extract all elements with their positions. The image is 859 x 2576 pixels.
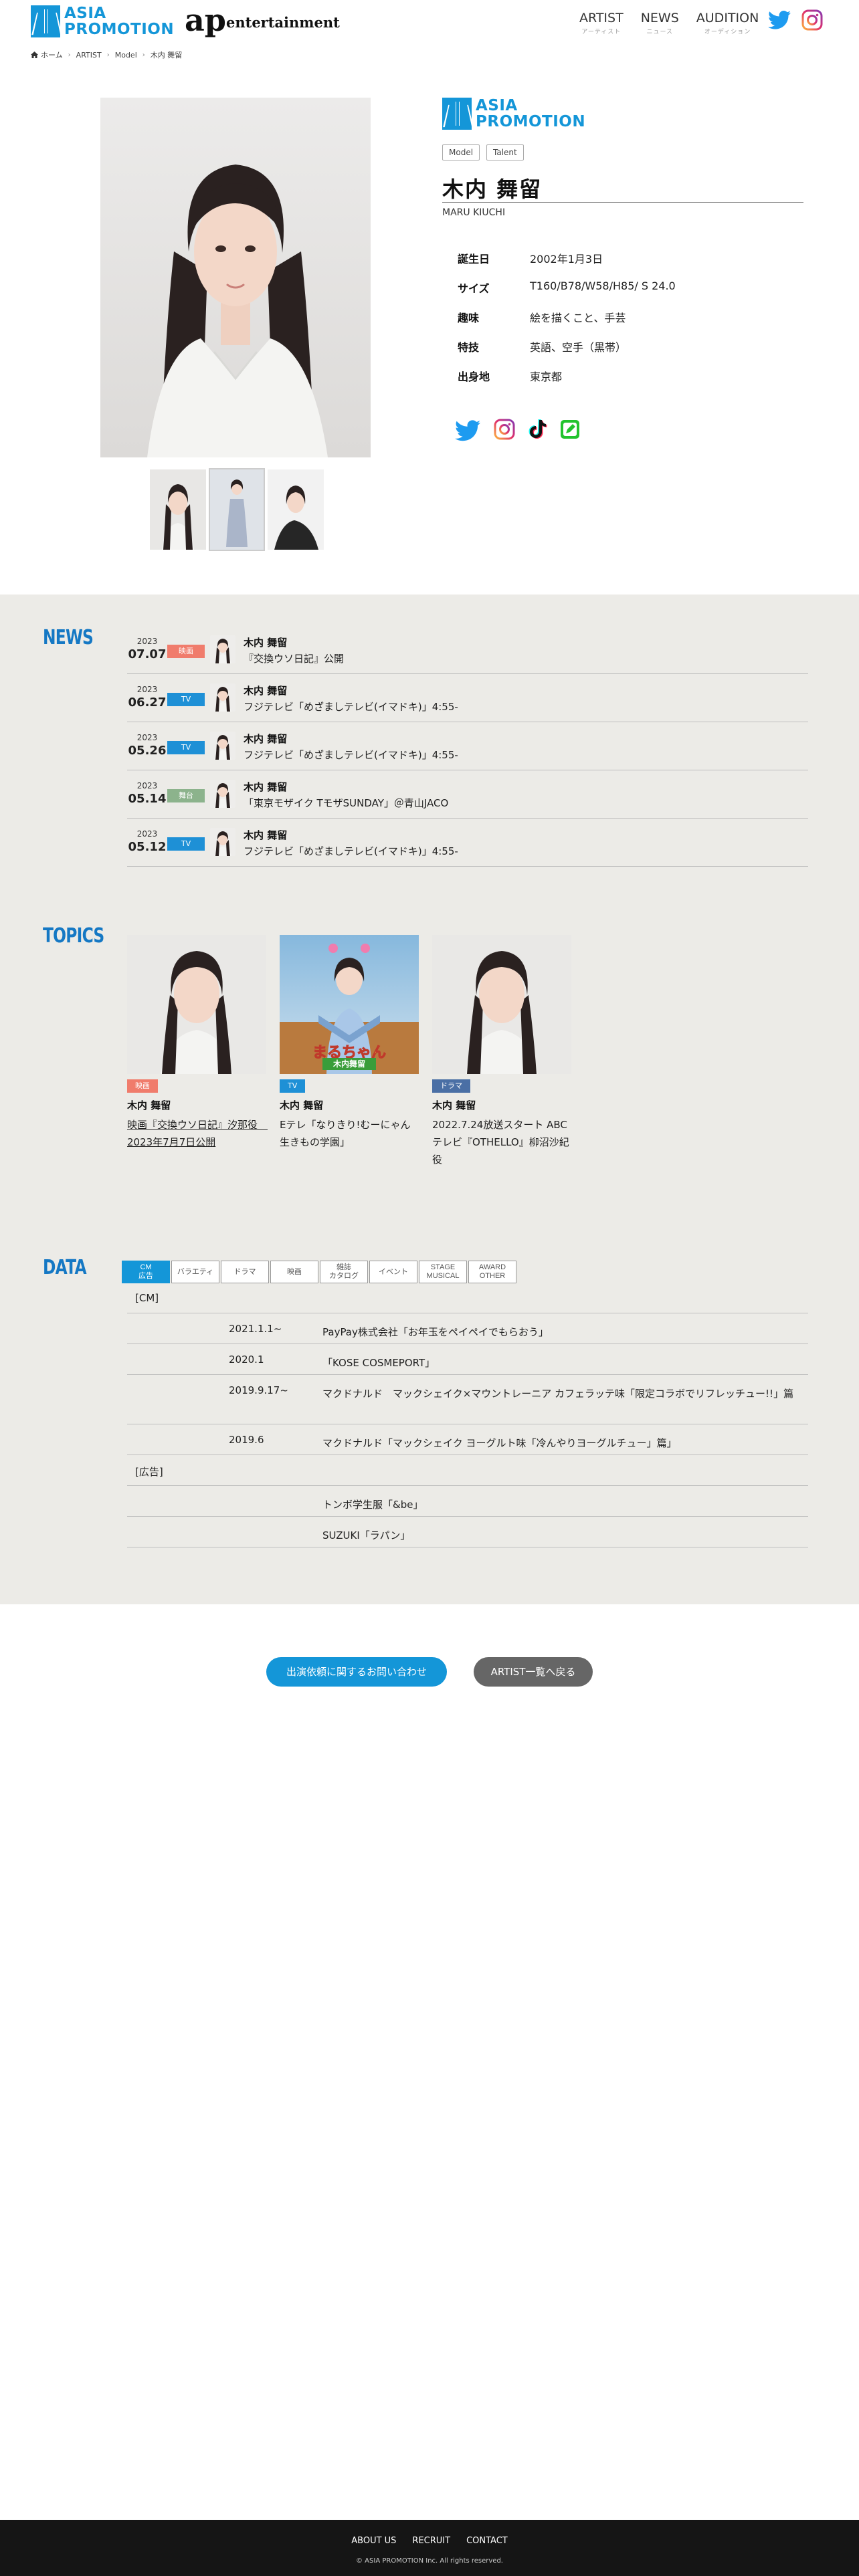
- profile-row-size: サイズ T160/B78/W58/H85/ S 24.0: [458, 280, 676, 295]
- artist-thumbnail: [210, 683, 235, 712]
- profile-row-hometown: 出身地 東京都: [458, 370, 563, 383]
- artist-name-romaji: MARU KIUCHI: [442, 207, 506, 218]
- artist-thumbnail: [210, 732, 235, 760]
- ap-entertainment-logo[interactable]: ap entertainment: [185, 5, 340, 35]
- data-row: 2019.9.17~ マクドナルド マックシェイク×マウントレーニア カフェラッ…: [127, 1375, 808, 1424]
- news-badge: 舞台: [167, 789, 205, 802]
- asia-promotion-logo-icon: [442, 98, 472, 130]
- site-header: ASIA PROMOTION ap entertainment ARTIST ア…: [0, 0, 859, 47]
- artist-thumbnail: [210, 780, 235, 808]
- topic-card[interactable]: ドラマ 木内 舞留 2022.7.24放送スタート ABCテレビ『OTHELLO…: [432, 935, 571, 1168]
- twitter-icon[interactable]: [768, 10, 791, 30]
- chevron-right-icon: ›: [142, 51, 145, 59]
- news-badge: TV: [167, 837, 205, 851]
- news-section-title: NEWS: [43, 626, 94, 649]
- news-badge: TV: [167, 693, 205, 706]
- profile-main-photo: [100, 98, 371, 457]
- data-row-group: [CM]: [127, 1283, 808, 1313]
- topic-image: [432, 935, 571, 1074]
- breadcrumb-current: 木内 舞留: [150, 51, 183, 60]
- topic-badge: 映画: [127, 1079, 158, 1093]
- news-item[interactable]: 2023 07.07 映画 木内 舞留 『交換ウソ日記』公開: [127, 626, 808, 674]
- instagram-icon[interactable]: [801, 9, 823, 31]
- topics-section-title: TOPICS: [43, 924, 104, 948]
- breadcrumb-model[interactable]: Model: [115, 51, 137, 60]
- breadcrumb-home[interactable]: ホーム: [31, 49, 63, 60]
- news-badge: TV: [167, 741, 205, 754]
- footer-link-about[interactable]: ABOUT US: [351, 2536, 396, 2546]
- breadcrumb-artist[interactable]: ARTIST: [76, 51, 102, 60]
- data-row: SUZUKI「ラパン」: [127, 1517, 808, 1547]
- instagram-icon[interactable]: [494, 419, 515, 443]
- profile-thumbnail-2[interactable]: [209, 468, 265, 551]
- profile-row-skill: 特技 英語、空手（黒帯）: [458, 341, 627, 354]
- twitter-icon[interactable]: [455, 420, 480, 444]
- data-row: 2019.6 マクドナルド「マックシェイク ヨーグルト味「冷んやりヨーグルチュー…: [127, 1424, 808, 1455]
- tab-variety[interactable]: バラエティ: [171, 1261, 219, 1283]
- nav-news[interactable]: NEWS ニュース: [641, 11, 679, 35]
- footer-link-recruit[interactable]: RECRUIT: [412, 2536, 450, 2546]
- news-item[interactable]: 2023 05.12 TV 木内 舞留 フジテレビ「めざましテレビ(イマドキ)」…: [127, 819, 808, 867]
- agency-logo: ASIA PROMOTION: [442, 98, 585, 130]
- news-item[interactable]: 2023 05.26 TV 木内 舞留 フジテレビ「めざましテレビ(イマドキ)」…: [127, 722, 808, 770]
- footer-link-contact[interactable]: CONTACT: [466, 2536, 508, 2546]
- chevron-right-icon: ›: [106, 51, 110, 59]
- tab-stage-musical[interactable]: STAGE MUSICAL: [419, 1261, 467, 1283]
- artist-thumbnail: [210, 828, 235, 856]
- tab-magazine-catalog[interactable]: 雑誌 カタログ: [320, 1261, 368, 1283]
- asia-promotion-logo[interactable]: ASIA PROMOTION: [31, 5, 174, 37]
- name-divider: [442, 202, 803, 203]
- topic-image: [127, 935, 266, 1074]
- logo-text: ASIA PROMOTION: [64, 5, 175, 38]
- breadcrumb: ホーム › ARTIST › Model › 木内 舞留: [31, 49, 182, 60]
- artist-thumbnail: [210, 635, 235, 663]
- data-section-title: DATA: [43, 1256, 87, 1279]
- site-footer: ABOUT US RECRUIT CONTACT © ASIA PROMOTIO…: [0, 2520, 859, 2576]
- data-row: 2021.1.1~ PayPay株式会社「お年玉をペイペイでもらおう」: [127, 1313, 808, 1344]
- tab-event[interactable]: イベント: [369, 1261, 417, 1283]
- tab-award-other[interactable]: AWARD OTHER: [468, 1261, 516, 1283]
- news-item[interactable]: 2023 05.14 舞台 木内 舞留 「東京モザイク TモザSUNDAY」＠青…: [127, 770, 808, 819]
- nav-artist[interactable]: ARTIST アーティスト: [579, 11, 624, 35]
- topic-image-subcaption: 木内舞留: [322, 1058, 376, 1070]
- global-nav: ARTIST アーティスト NEWS ニュース AUDITION オーディション: [579, 11, 759, 35]
- news-badge: 映画: [167, 645, 205, 658]
- profile-row-hobby: 趣味 絵を描くこと、手芸: [458, 312, 626, 324]
- profile-thumbnail-3[interactable]: [268, 469, 324, 550]
- tab-movie[interactable]: 映画: [270, 1261, 318, 1283]
- copyright: © ASIA PROMOTION Inc. All rights reserve…: [356, 2557, 503, 2565]
- topic-badge: TV: [280, 1079, 306, 1093]
- topic-image: まるちゃん 木内舞留: [280, 935, 419, 1074]
- blog-icon[interactable]: [559, 419, 581, 443]
- footer-links: ABOUT US RECRUIT CONTACT: [0, 2536, 859, 2546]
- topic-badge: ドラマ: [432, 1079, 470, 1093]
- home-icon: [31, 51, 38, 58]
- topic-card[interactable]: まるちゃん 木内舞留 TV 木内 舞留 Eテレ「なりきり!むーにゃん生きもの学園…: [280, 935, 419, 1151]
- data-row: 2020.1 「KOSE COSMEPORT」: [127, 1344, 808, 1375]
- category-tag-model: Model: [442, 144, 480, 160]
- topic-card[interactable]: 映画 木内 舞留 映画『交換ウソ日記』汐那役 2023年7月7日公開: [127, 935, 268, 1151]
- category-tag-talent: Talent: [486, 144, 524, 160]
- chevron-right-icon: ›: [68, 51, 71, 59]
- profile-thumbnail-1[interactable]: [150, 469, 206, 550]
- data-row: トンボ学生服「&be」: [127, 1486, 808, 1517]
- news-item[interactable]: 2023 06.27 TV 木内 舞留 フジテレビ「めざましテレビ(イマドキ)」…: [127, 674, 808, 722]
- data-row-group: [広告]: [127, 1455, 808, 1486]
- nav-audition[interactable]: AUDITION オーディション: [696, 11, 759, 35]
- profile-row-birthday: 誕生日 2002年1月3日: [458, 253, 603, 265]
- artist-name: 木内 舞留: [442, 177, 543, 202]
- tab-drama[interactable]: ドラマ: [221, 1261, 269, 1283]
- back-to-artist-list-button[interactable]: ARTIST一覧へ戻る: [474, 1657, 593, 1687]
- asia-promotion-logo-icon: [31, 5, 60, 37]
- tiktok-icon[interactable]: [527, 419, 547, 443]
- tab-cm-ad[interactable]: CM 広告: [122, 1261, 170, 1283]
- contact-button[interactable]: 出演依頼に関するお問い合わせ: [266, 1657, 447, 1687]
